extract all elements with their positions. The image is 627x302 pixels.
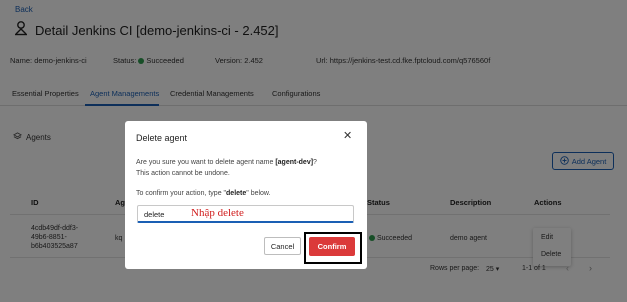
dialog-title: Delete agent xyxy=(136,133,188,143)
confirm-button[interactable]: Confirm xyxy=(309,237,355,256)
cancel-button[interactable]: Cancel xyxy=(264,237,301,255)
close-icon[interactable]: ✕ xyxy=(343,131,352,142)
delete-agent-dialog: Delete agent ✕ Are you sure you want to … xyxy=(125,121,367,269)
dialog-message: Are you sure you want to delete agent na… xyxy=(136,159,317,177)
annotation-text: Nhập delete xyxy=(191,207,244,219)
confirm-prompt: To confirm your action, type "delete" be… xyxy=(136,190,271,197)
confirm-input-value: delete xyxy=(144,210,165,219)
confirm-text-input[interactable]: delete xyxy=(137,205,354,223)
